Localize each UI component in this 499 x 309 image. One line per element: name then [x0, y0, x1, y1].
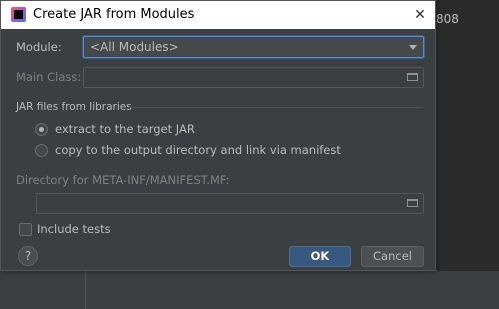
libraries-section-label: JAR files from libraries: [16, 101, 132, 113]
folder-icon[interactable]: [407, 199, 418, 207]
main-class-label: Main Class:: [16, 70, 82, 84]
chevron-down-icon[interactable]: [409, 45, 417, 50]
close-button[interactable]: ✕: [409, 4, 431, 26]
module-combobox[interactable]: <All Modules>: [83, 36, 424, 58]
section-separator: [129, 107, 423, 108]
manifest-dir-field[interactable]: [36, 193, 424, 214]
background-bottom-panel: [0, 271, 499, 309]
dialog-titlebar[interactable]: Create JAR from Modules ✕: [1, 1, 435, 29]
background-editor-strip: [436, 0, 499, 309]
cancel-button[interactable]: Cancel: [361, 246, 424, 267]
intellij-app-icon: [11, 7, 26, 22]
radio-copy-link-label[interactable]: copy to the output directory and link vi…: [55, 143, 341, 157]
dialog-title: Create JAR from Modules: [33, 7, 195, 22]
radio-extract-label[interactable]: extract to the target JAR: [55, 122, 195, 136]
manifest-dir-label: Directory for META-INF/MANIFEST.MF:: [16, 173, 230, 187]
help-button[interactable]: ?: [18, 246, 38, 266]
background-text: 808: [436, 12, 459, 26]
folder-icon[interactable]: [407, 73, 418, 81]
module-combobox-value: <All Modules>: [90, 40, 179, 54]
ok-button[interactable]: OK: [289, 246, 351, 267]
main-class-field[interactable]: [83, 67, 424, 88]
radio-extract[interactable]: [35, 123, 48, 136]
create-jar-dialog: Create JAR from Modules ✕ Module: <All M…: [0, 0, 436, 271]
module-label: Module:: [16, 40, 62, 54]
include-tests-checkbox[interactable]: [19, 223, 32, 236]
radio-copy-link[interactable]: [35, 144, 48, 157]
include-tests-label[interactable]: Include tests: [37, 222, 111, 236]
background-divider: [85, 271, 86, 309]
